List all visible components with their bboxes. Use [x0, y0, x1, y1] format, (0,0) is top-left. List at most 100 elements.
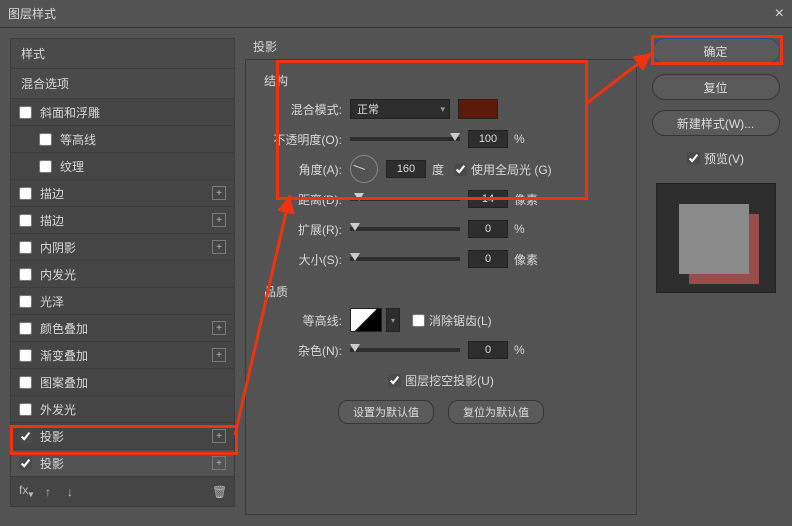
contour-dropdown-icon[interactable]: ▾: [386, 308, 400, 332]
size-unit: 像素: [514, 251, 538, 268]
sidebar-item-checkbox[interactable]: [19, 268, 32, 281]
sidebar-item-checkbox[interactable]: [19, 430, 32, 443]
sidebar-item[interactable]: 内阴影+: [11, 234, 234, 261]
sidebar-item-checkbox[interactable]: [19, 106, 32, 119]
preview-label: 预览(V): [704, 150, 744, 167]
sidebar-item-label: 图案叠加: [40, 374, 88, 391]
sidebar-item[interactable]: 等高线: [11, 126, 234, 153]
shadow-color-swatch[interactable]: [458, 99, 498, 119]
sidebar-item[interactable]: 渐变叠加 +: [11, 342, 234, 369]
sidebar-item-checkbox[interactable]: [39, 160, 52, 173]
sidebar-item-checkbox[interactable]: [19, 457, 32, 470]
distance-slider[interactable]: [350, 197, 460, 201]
blend-mode-dropdown[interactable]: 正常: [350, 99, 450, 119]
noise-slider[interactable]: [350, 348, 460, 352]
knockout-checkbox[interactable]: [388, 374, 401, 387]
spread-label: 扩展(R):: [260, 221, 350, 238]
sidebar-item-label: 投影: [40, 455, 64, 472]
distance-input[interactable]: [468, 190, 508, 208]
fx-icon[interactable]: fx▾: [19, 483, 33, 500]
plus-icon[interactable]: +: [212, 213, 226, 227]
sidebar-item[interactable]: 描边 +: [11, 180, 234, 207]
cancel-button[interactable]: 复位: [652, 74, 780, 100]
blend-mode-label: 混合模式:: [260, 101, 350, 118]
knockout-label: 图层挖空投影(U): [405, 372, 494, 389]
sidebar-item-checkbox[interactable]: [19, 322, 32, 335]
size-slider[interactable]: [350, 257, 460, 261]
sidebar-item-label: 等高线: [60, 131, 96, 148]
spread-unit: %: [514, 222, 525, 236]
reset-default-button[interactable]: 复位为默认值: [448, 400, 544, 424]
antialias-checkbox[interactable]: [412, 314, 425, 327]
trash-icon[interactable]: 🗑: [212, 485, 226, 499]
angle-dial[interactable]: [350, 155, 378, 183]
plus-icon[interactable]: +: [212, 456, 226, 470]
panel-title: 投影: [253, 38, 637, 55]
sidebar-item[interactable]: 图案叠加: [11, 369, 234, 396]
close-icon[interactable]: ×: [775, 5, 784, 23]
noise-input[interactable]: [468, 341, 508, 359]
group-structure: 结构: [264, 72, 622, 89]
sidebar-item[interactable]: 投影 +: [11, 450, 234, 477]
angle-input[interactable]: [386, 160, 426, 178]
sidebar-item-label: 斜面和浮雕: [40, 104, 100, 121]
group-quality: 品质: [264, 283, 622, 300]
dialog-title: 图层样式: [8, 5, 56, 22]
sidebar-item-label: 渐变叠加: [40, 347, 88, 364]
contour-swatch[interactable]: [350, 308, 382, 332]
set-default-button[interactable]: 设置为默认值: [338, 400, 434, 424]
preview-thumbnail: [656, 183, 776, 293]
opacity-label: 不透明度(O):: [260, 131, 350, 148]
sidebar-item-label: 描边: [40, 185, 64, 202]
noise-label: 杂色(N):: [260, 342, 350, 359]
sidebar-item-label: 纹理: [60, 158, 84, 175]
angle-label: 角度(A):: [260, 161, 350, 178]
sidebar-item[interactable]: 光泽: [11, 288, 234, 315]
sidebar-item-label: 描边: [40, 212, 64, 229]
ok-button[interactable]: 确定: [652, 38, 780, 64]
sidebar-item-checkbox[interactable]: [19, 214, 32, 227]
size-input[interactable]: [468, 250, 508, 268]
size-label: 大小(S):: [260, 251, 350, 268]
opacity-input[interactable]: [468, 130, 508, 148]
contour-label: 等高线:: [260, 312, 350, 329]
sidebar-item-checkbox[interactable]: [19, 187, 32, 200]
opacity-unit: %: [514, 132, 525, 146]
plus-icon[interactable]: +: [212, 429, 226, 443]
sidebar-item[interactable]: 描边 +: [11, 207, 234, 234]
sidebar-item[interactable]: 外发光: [11, 396, 234, 423]
preview-checkbox[interactable]: [687, 152, 700, 165]
plus-icon[interactable]: +: [212, 240, 226, 254]
sidebar-item[interactable]: 内发光: [11, 261, 234, 288]
distance-unit: 像素: [514, 191, 538, 208]
sidebar-item[interactable]: 纹理: [11, 153, 234, 180]
sidebar-item-checkbox[interactable]: [19, 295, 32, 308]
angle-unit: 度: [432, 161, 444, 178]
sidebar-item[interactable]: 斜面和浮雕: [11, 99, 234, 126]
sidebar-item-checkbox[interactable]: [19, 376, 32, 389]
opacity-slider[interactable]: [350, 137, 460, 141]
sidebar-item-label: 投影: [40, 428, 64, 445]
move-up-icon[interactable]: ↑: [41, 485, 55, 499]
global-light-checkbox[interactable]: [454, 163, 467, 176]
sidebar-item-checkbox[interactable]: [19, 403, 32, 416]
sidebar-item[interactable]: 颜色叠加 +: [11, 315, 234, 342]
sidebar-item[interactable]: 投影 +: [11, 423, 234, 450]
plus-icon[interactable]: +: [212, 186, 226, 200]
spread-input[interactable]: [468, 220, 508, 238]
plus-icon[interactable]: +: [212, 348, 226, 362]
sidebar-item-label: 内发光: [40, 266, 76, 283]
sidebar-item-label: 外发光: [40, 401, 76, 418]
sidebar-blend-options[interactable]: 混合选项: [11, 69, 234, 99]
global-light-label: 使用全局光 (G): [471, 161, 552, 178]
sidebar-item-checkbox[interactable]: [39, 133, 52, 146]
spread-slider[interactable]: [350, 227, 460, 231]
sidebar-item-checkbox[interactable]: [19, 241, 32, 254]
sidebar-header: 样式: [11, 39, 234, 69]
sidebar-item-label: 颜色叠加: [40, 320, 88, 337]
plus-icon[interactable]: +: [212, 321, 226, 335]
new-style-button[interactable]: 新建样式(W)...: [652, 110, 780, 136]
noise-unit: %: [514, 343, 525, 357]
move-down-icon[interactable]: ↓: [63, 485, 77, 499]
sidebar-item-checkbox[interactable]: [19, 349, 32, 362]
